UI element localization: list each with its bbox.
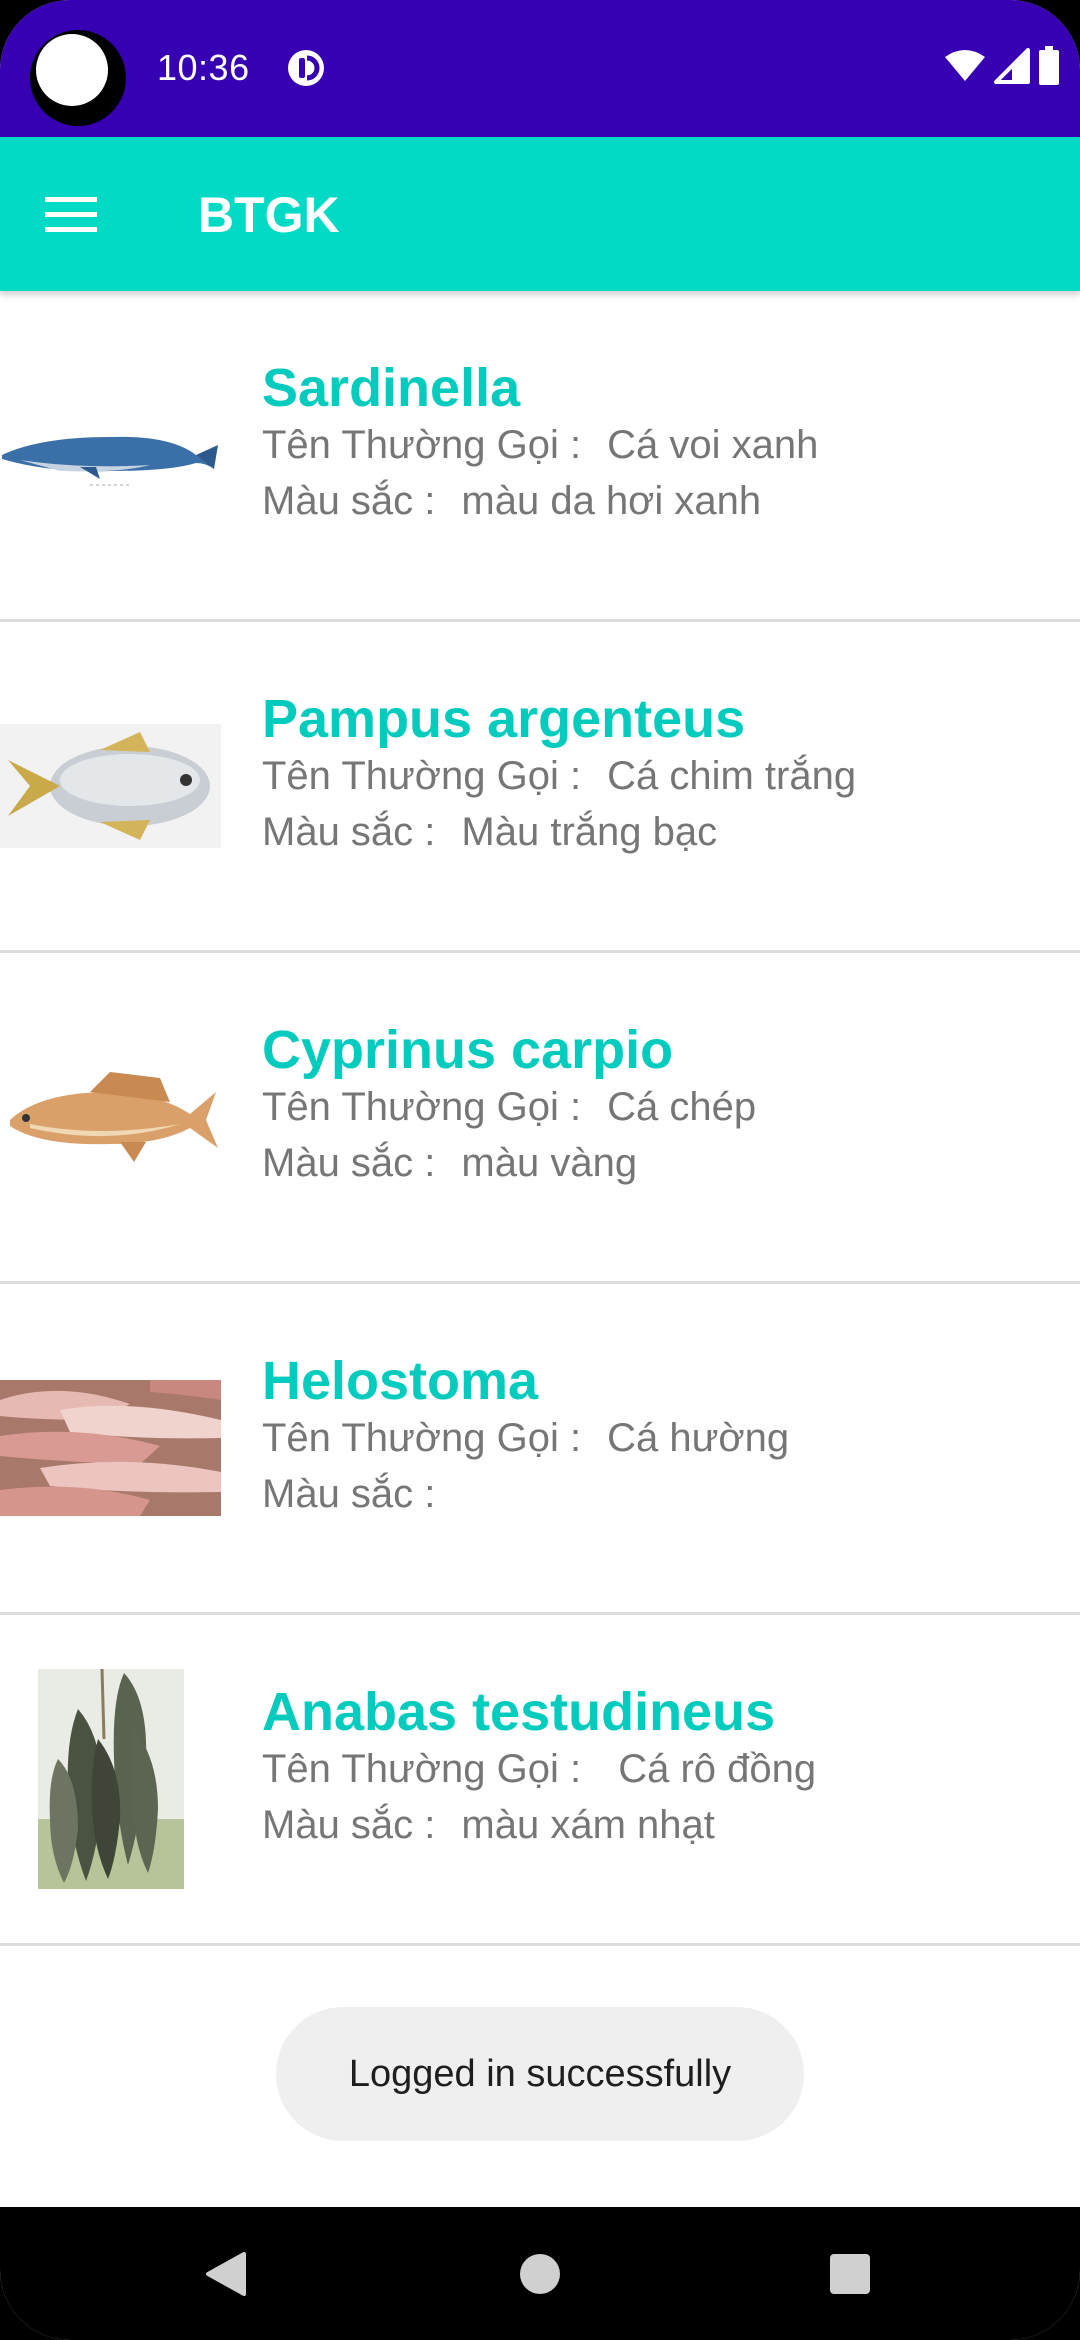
toast-text: Logged in successfully	[348, 2052, 732, 2095]
fish-common-name-row: Tên Thường Gọi : Cá hường	[262, 1412, 789, 1464]
pink-fish-pile-image	[0, 1284, 221, 1612]
fish-common-name-row: Tên Thường Gọi : Cá chép	[262, 1081, 756, 1133]
phone-screen: 10:36 BTGK Sardinella Tên Thường Gọi: C…	[0, 0, 1080, 2340]
common-name-label: Tên Thường Gọi :	[262, 754, 582, 798]
blue-whale-image	[0, 291, 221, 619]
recents-icon	[830, 2254, 870, 2294]
toast-message: Logged in successfully	[276, 2007, 804, 2141]
color-value: màu xám nhạt	[461, 1803, 715, 1847]
data-saver-icon	[286, 48, 326, 88]
color-value: Màu trắng bạc	[461, 810, 718, 854]
app-bar: BTGK	[0, 137, 1080, 291]
common-name-value: Cá chim trắng	[607, 754, 857, 798]
list-item[interactable]: Sardinella Tên Thường Gọi : Cá voi xanh M…	[0, 291, 1080, 622]
common-name-label: Tên Thường Gọi :	[262, 1747, 582, 1791]
common-name-label: Tên Thường Gọi :	[262, 1085, 582, 1129]
fish-color-row: Màu sắc : màu da hơi xanh	[262, 475, 761, 527]
list-item[interactable]: Helostoma Tên Thường Gọi : Cá hường Màu s…	[0, 1284, 1080, 1615]
carp-image	[0, 953, 221, 1281]
list-item[interactable]: Anabas testudineus Tên Thường Gọi : Cá r…	[0, 1615, 1080, 1946]
battery-icon	[1038, 45, 1060, 91]
climbing-perch-image	[0, 1615, 221, 1943]
fish-scientific-name: Anabas testudineus	[262, 1682, 776, 1742]
hamburger-menu-icon	[45, 197, 97, 232]
home-icon	[520, 2254, 560, 2294]
color-label: Màu sắc :	[262, 479, 436, 523]
common-name-label: Tên Thường Gọi :	[262, 423, 582, 467]
fish-color-row: Màu sắc : màu xám nhạt	[262, 1799, 715, 1851]
list-item[interactable]: Cyprinus carpio Tên Thường Gọi : Cá chép …	[0, 953, 1080, 1284]
fish-scientific-name: Pampus argenteus	[262, 689, 746, 749]
common-name-value: Cá voi xanh	[607, 423, 819, 467]
app-title: BTGK	[198, 187, 340, 243]
camera-cutout	[30, 30, 126, 126]
navigation-bar	[0, 2207, 1080, 2340]
color-label: Màu sắc :	[262, 1472, 436, 1516]
silver-pomfret-image	[0, 622, 221, 950]
status-bar: 10:36	[0, 0, 1080, 137]
fish-scientific-name: Sardinella	[262, 358, 521, 418]
fish-scientific-name: Helostoma	[262, 1351, 539, 1411]
home-button[interactable]	[495, 2229, 585, 2319]
color-value: màu vàng	[461, 1141, 638, 1185]
color-label: Màu sắc :	[262, 1141, 436, 1185]
status-icons	[944, 45, 1060, 91]
color-label: Màu sắc :	[262, 810, 436, 854]
fish-list: Sardinella Tên Thường Gọi : Cá voi xanh M…	[0, 291, 1080, 1946]
signal-icon	[994, 47, 1030, 89]
color-label: Màu sắc :	[262, 1803, 436, 1847]
fish-common-name-row: Tên Thường Gọi : Cá voi xanh	[262, 419, 818, 471]
fish-color-row: Màu sắc : màu vàng	[262, 1137, 637, 1189]
fish-color-row: Màu sắc : Màu trắng bạc	[262, 806, 717, 858]
wifi-icon	[944, 49, 986, 88]
back-icon	[206, 2252, 246, 2296]
common-name-label: Tên Thường Gọi :	[262, 1416, 582, 1460]
common-name-value: Cá chép	[607, 1085, 757, 1129]
fish-common-name-row: Tên Thường Gọi : Cá rô đồng	[262, 1743, 816, 1795]
menu-button[interactable]	[32, 174, 112, 254]
recents-button[interactable]	[805, 2229, 895, 2319]
color-value: màu da hơi xanh	[461, 479, 762, 523]
common-name-value: Cá hường	[607, 1416, 790, 1460]
common-name-value: Cá rô đồng	[607, 1747, 817, 1791]
back-button[interactable]	[181, 2229, 271, 2319]
fish-common-name-row: Tên Thường Gọi : Cá chim trắng	[262, 750, 856, 802]
list-item[interactable]: Pampus argenteus Tên Thường Gọi : Cá chim…	[0, 622, 1080, 953]
status-time: 10:36	[157, 47, 250, 88]
fish-scientific-name: Cyprinus carpio	[262, 1020, 674, 1080]
fish-color-row: Màu sắc :	[262, 1468, 461, 1520]
